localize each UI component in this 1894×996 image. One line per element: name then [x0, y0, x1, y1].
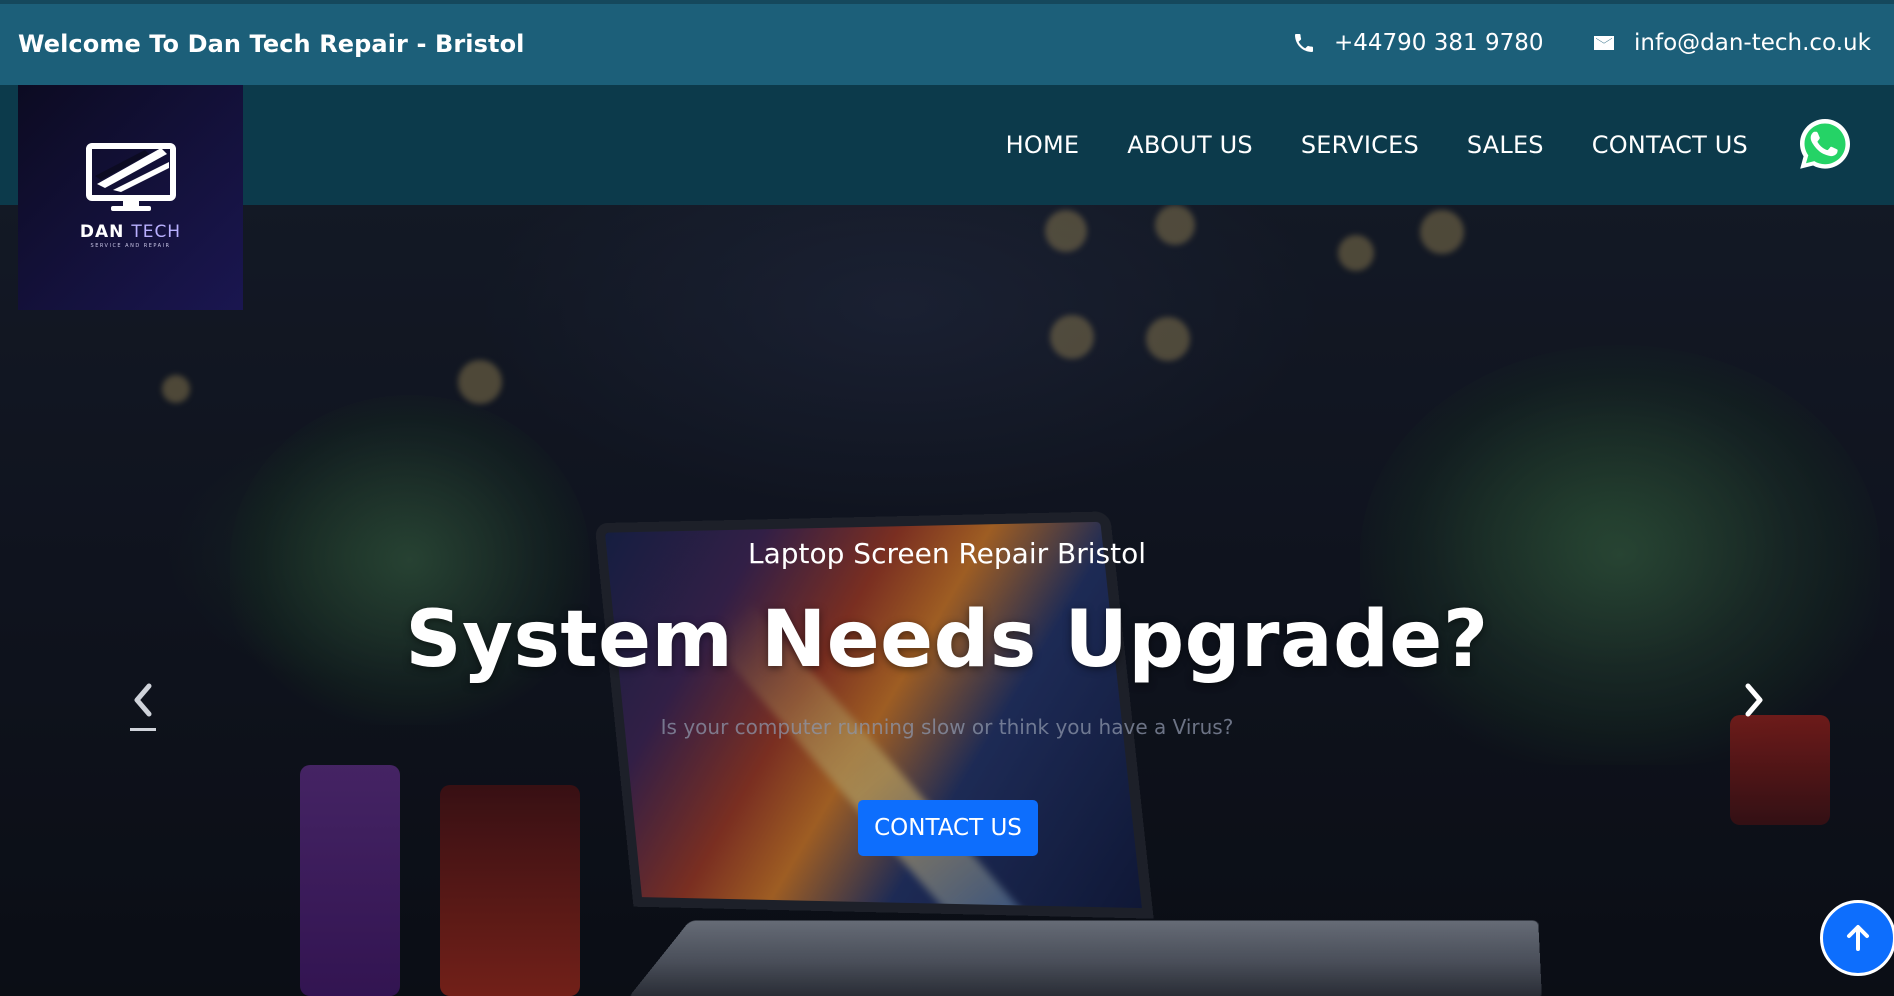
carousel-next-button[interactable] [1735, 675, 1775, 725]
nav-item-about: ABOUT US [1127, 131, 1253, 159]
whatsapp-icon [1800, 119, 1850, 169]
nav-link-home[interactable]: HOME [1006, 131, 1080, 159]
phone-icon [1295, 34, 1313, 52]
nav-link-services[interactable]: SERVICES [1301, 131, 1419, 159]
logo-brand: DAN TECH [80, 222, 181, 242]
logo-tagline: SERVICE AND REPAIR [90, 243, 171, 249]
logo-brand-tech: TECH [131, 222, 182, 242]
nav-link-about[interactable]: ABOUT US [1127, 131, 1253, 159]
site-logo[interactable]: DAN TECH SERVICE AND REPAIR [18, 85, 243, 310]
phone-link[interactable]: +44790 381 9780 [1292, 30, 1544, 56]
contact-us-button[interactable]: CONTACT US [858, 800, 1038, 856]
chevron-right-icon [1745, 683, 1763, 717]
monitor-logo-icon [85, 143, 176, 211]
navbar: HOME ABOUT US SERVICES SALES CONTACT US [0, 85, 1894, 205]
nav-link-sales[interactable]: SALES [1467, 131, 1544, 159]
nav-item-sales: SALES [1467, 131, 1544, 159]
hero-subtitle: Laptop Screen Repair Bristol [747, 537, 1146, 570]
nav-item-services: SERVICES [1301, 131, 1419, 159]
main-nav: HOME ABOUT US SERVICES SALES CONTACT US [1006, 131, 1748, 159]
nav-item-home: HOME [1006, 131, 1080, 159]
carousel-prev-underline [130, 728, 156, 731]
hero-carousel: Laptop Screen Repair Bristol System Need… [0, 205, 1894, 996]
envelope-icon [1594, 36, 1614, 50]
nav-link-contact[interactable]: CONTACT US [1592, 131, 1748, 159]
logo-brand-dan: DAN [79, 222, 125, 242]
top-bar: Welcome To Dan Tech Repair - Bristol +44… [0, 0, 1894, 85]
carousel-prev-button[interactable] [122, 675, 162, 731]
phone-number: +44790 381 9780 [1334, 30, 1544, 56]
email-link[interactable]: info@dan-tech.co.uk [1592, 30, 1871, 56]
hero-description: Is your computer running slow or think y… [660, 715, 1234, 739]
email-address: info@dan-tech.co.uk [1634, 30, 1871, 56]
chevron-left-icon [134, 683, 152, 717]
scroll-to-top-button[interactable] [1820, 900, 1894, 976]
arrow-up-icon [1847, 925, 1869, 951]
hero-title: System Needs Upgrade? [405, 595, 1489, 685]
welcome-text: Welcome To Dan Tech Repair - Bristol [18, 30, 525, 58]
page: Welcome To Dan Tech Repair - Bristol +44… [0, 0, 1894, 996]
nav-item-contact: CONTACT US [1592, 131, 1748, 159]
whatsapp-button[interactable] [1797, 116, 1853, 172]
